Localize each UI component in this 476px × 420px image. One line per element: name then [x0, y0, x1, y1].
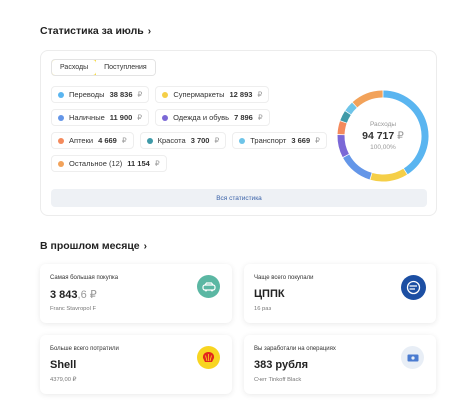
- category-dot: [58, 137, 64, 144]
- earned-card[interactable]: Вы заработали на операциях 383 рубля Сче…: [244, 335, 436, 394]
- expenses-donut: Расходы 94 717 ₽ 100,00%: [335, 88, 431, 184]
- category-chip[interactable]: Одежда и обувь 7 896 ₽: [155, 109, 270, 126]
- shell-logo-icon: [197, 346, 220, 369]
- stats-title[interactable]: Статистика за июль ›: [40, 25, 151, 37]
- category-dot: [162, 91, 169, 98]
- category-chip[interactable]: Аптеки 4 669 ₽: [51, 132, 134, 149]
- card-caption: Больше всего потратили: [50, 346, 119, 352]
- tab-expenses[interactable]: Расходы: [51, 60, 98, 75]
- category-dot: [146, 137, 153, 144]
- tabs: Расходы Поступления: [51, 59, 156, 76]
- card-subtitle: 16 раз: [254, 306, 272, 312]
- category-chip[interactable]: Наличные 11 900 ₽: [51, 109, 150, 126]
- card-caption: Самая большая покупка: [50, 275, 119, 281]
- card-value: 3 843,6 ₽: [50, 289, 97, 301]
- category-dot: [162, 114, 169, 121]
- category-chip[interactable]: Переводы 38 836 ₽: [51, 86, 150, 103]
- most-spent-card[interactable]: Больше всего потратили Shell 4379,00 ₽: [40, 335, 232, 394]
- donut-center: Расходы 94 717 ₽ 100,00%: [335, 88, 431, 184]
- card-value: Shell: [50, 359, 77, 371]
- card-subtitle: 4379,00 ₽: [50, 377, 77, 383]
- card-value: 383 рубля: [254, 359, 309, 371]
- donut-label: Расходы: [369, 121, 397, 128]
- tab-income[interactable]: Поступления: [96, 60, 155, 75]
- category-chips: Переводы 38 836 ₽ Супермаркеты 12 893 ₽ Нали…: [51, 86, 331, 178]
- category-dot: [58, 160, 64, 167]
- category-chip[interactable]: Красота 3 700 ₽: [139, 132, 227, 149]
- card-caption: Вы заработали на операциях: [254, 346, 336, 352]
- card-subtitle: Счет Tinkoff Black: [254, 377, 302, 383]
- stats-card: Расходы Поступления Переводы 38 836 ₽ Супе…: [40, 50, 437, 216]
- chevron-right-icon: ›: [147, 25, 152, 37]
- donut-total: 94 717 ₽: [362, 130, 404, 142]
- category-dot: [239, 137, 246, 144]
- donut-percent: 100,00%: [370, 144, 396, 151]
- car-icon: [197, 275, 220, 298]
- card-value: ЦППК: [254, 288, 285, 300]
- train-logo-icon: [401, 275, 426, 300]
- category-chip[interactable]: Супермаркеты 12 893 ₽: [155, 86, 270, 103]
- most-often-card[interactable]: Чаще всего покупали ЦППК 16 раз: [244, 264, 436, 323]
- stats-title-text: Статистика за июль: [40, 25, 144, 37]
- biggest-purchase-card[interactable]: Самая большая покупка 3 843,6 ₽ Franc St…: [40, 264, 232, 323]
- chevron-right-icon: ›: [143, 240, 147, 252]
- category-dot: [58, 114, 64, 121]
- category-dot: [58, 91, 64, 98]
- last-month-title[interactable]: В прошлом месяце ›: [40, 240, 147, 252]
- last-month-title-text: В прошлом месяце: [40, 240, 140, 252]
- all-stats-button[interactable]: Вся статистика: [51, 189, 427, 207]
- card-caption: Чаще всего покупали: [254, 275, 314, 281]
- category-chip[interactable]: Транспорт 3 669 ₽: [232, 132, 327, 149]
- card-subtitle: Franc Stavropol F: [50, 306, 97, 312]
- money-icon: [401, 346, 424, 369]
- category-chip[interactable]: Остальное (12) 11 154 ₽: [51, 155, 167, 172]
